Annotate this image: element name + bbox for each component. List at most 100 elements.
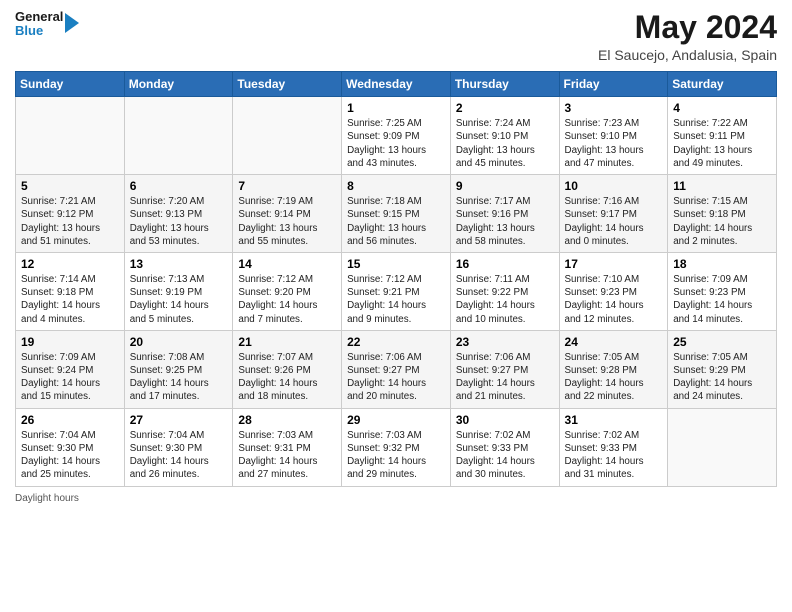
calendar-cell: 31Sunrise: 7:02 AM Sunset: 9:33 PM Dayli… xyxy=(559,408,668,486)
day-info: Sunrise: 7:11 AM Sunset: 9:22 PM Dayligh… xyxy=(456,273,554,326)
calendar-cell: 4 Sunrise: 7:22 AM Sunset: 9:11 PM Daylig… xyxy=(668,97,777,175)
day-info: Sunrise: 7:13 AM Sunset: 9:19 PM Dayligh… xyxy=(130,273,228,326)
calendar-week-row: 12 Sunrise: 7:14 AM Sunset: 9:18 PM Dayli… xyxy=(16,252,777,330)
calendar-cell: 23 Sunrise: 7:06 AM Sunset: 9:27 PM Dayli… xyxy=(450,330,559,408)
calendar-cell: 22Sunrise: 7:06 AM Sunset: 9:27 PM Dayli… xyxy=(342,330,451,408)
day-info: Sunrise: 7:06 AM Sunset: 9:27 PM Dayligh… xyxy=(456,351,554,404)
daylight-label: Daylight hours xyxy=(15,493,79,504)
day-number: 18 xyxy=(673,257,771,271)
day-number: 11 xyxy=(673,179,771,193)
day-info: Sunrise: 7:06 AM Sunset: 9:27 PM Dayligh… xyxy=(347,351,445,404)
footer-note: Daylight hours xyxy=(15,493,777,504)
day-info: Sunrise: 7:02 AM Sunset: 9:33 PM Dayligh… xyxy=(565,429,663,482)
day-info: Sunrise: 7:22 AM Sunset: 9:11 PM Dayligh… xyxy=(673,117,771,170)
day-header-tuesday: Tuesday xyxy=(233,72,342,97)
calendar-week-row: 1Sunrise: 7:25 AM Sunset: 9:09 PM Daylig… xyxy=(16,97,777,175)
day-number: 26 xyxy=(21,413,119,427)
day-number: 13 xyxy=(130,257,228,271)
day-info: Sunrise: 7:04 AM Sunset: 9:30 PM Dayligh… xyxy=(130,429,228,482)
day-info: Sunrise: 7:08 AM Sunset: 9:25 PM Dayligh… xyxy=(130,351,228,404)
logo-arrow-icon xyxy=(65,13,79,33)
calendar-cell: 2Sunrise: 7:24 AM Sunset: 9:10 PM Daylig… xyxy=(450,97,559,175)
day-number: 4 xyxy=(673,101,771,115)
day-number: 7 xyxy=(238,179,336,193)
day-header-thursday: Thursday xyxy=(450,72,559,97)
day-number: 9 xyxy=(456,179,554,193)
day-info: Sunrise: 7:09 AM Sunset: 9:23 PM Dayligh… xyxy=(673,273,771,326)
day-number: 10 xyxy=(565,179,663,193)
header: General Blue May 2024 El Saucejo, Andalu… xyxy=(15,10,777,63)
calendar-week-row: 19Sunrise: 7:09 AM Sunset: 9:24 PM Dayli… xyxy=(16,330,777,408)
calendar-cell: 27 Sunrise: 7:04 AM Sunset: 9:30 PM Dayli… xyxy=(124,408,233,486)
calendar-cell: 20 Sunrise: 7:08 AM Sunset: 9:25 PM Dayli… xyxy=(124,330,233,408)
calendar-title: May 2024 xyxy=(598,10,777,45)
day-number: 15 xyxy=(347,257,445,271)
day-number: 29 xyxy=(347,413,445,427)
calendar-week-row: 5 Sunrise: 7:21 AM Sunset: 9:12 PM Daylig… xyxy=(16,175,777,253)
day-number: 12 xyxy=(21,257,119,271)
day-info: Sunrise: 7:21 AM Sunset: 9:12 PM Dayligh… xyxy=(21,195,119,248)
day-info: Sunrise: 7:03 AM Sunset: 9:32 PM Dayligh… xyxy=(347,429,445,482)
day-info: Sunrise: 7:12 AM Sunset: 9:21 PM Dayligh… xyxy=(347,273,445,326)
calendar-cell: 10Sunrise: 7:16 AM Sunset: 9:17 PM Dayli… xyxy=(559,175,668,253)
day-number: 30 xyxy=(456,413,554,427)
calendar-header-row: SundayMondayTuesdayWednesdayThursdayFrid… xyxy=(16,72,777,97)
calendar-cell: 7 Sunrise: 7:19 AM Sunset: 9:14 PM Daylig… xyxy=(233,175,342,253)
day-info: Sunrise: 7:18 AM Sunset: 9:15 PM Dayligh… xyxy=(347,195,445,248)
day-header-sunday: Sunday xyxy=(16,72,125,97)
calendar-cell xyxy=(124,97,233,175)
day-info: Sunrise: 7:03 AM Sunset: 9:31 PM Dayligh… xyxy=(238,429,336,482)
calendar-cell: 29 Sunrise: 7:03 AM Sunset: 9:32 PM Dayli… xyxy=(342,408,451,486)
calendar-cell: 12 Sunrise: 7:14 AM Sunset: 9:18 PM Dayli… xyxy=(16,252,125,330)
calendar-cell: 13 Sunrise: 7:13 AM Sunset: 9:19 PM Dayli… xyxy=(124,252,233,330)
day-number: 21 xyxy=(238,335,336,349)
day-number: 16 xyxy=(456,257,554,271)
day-number: 5 xyxy=(21,179,119,193)
day-info: Sunrise: 7:05 AM Sunset: 9:29 PM Dayligh… xyxy=(673,351,771,404)
day-number: 20 xyxy=(130,335,228,349)
title-block: May 2024 El Saucejo, Andalusia, Spain xyxy=(598,10,777,63)
day-info: Sunrise: 7:10 AM Sunset: 9:23 PM Dayligh… xyxy=(565,273,663,326)
calendar-cell: 21Sunrise: 7:07 AM Sunset: 9:26 PM Dayli… xyxy=(233,330,342,408)
calendar-cell: 8Sunrise: 7:18 AM Sunset: 9:15 PM Daylig… xyxy=(342,175,451,253)
day-number: 3 xyxy=(565,101,663,115)
calendar-cell: 1Sunrise: 7:25 AM Sunset: 9:09 PM Daylig… xyxy=(342,97,451,175)
day-header-saturday: Saturday xyxy=(668,72,777,97)
day-info: Sunrise: 7:24 AM Sunset: 9:10 PM Dayligh… xyxy=(456,117,554,170)
calendar-table: SundayMondayTuesdayWednesdayThursdayFrid… xyxy=(15,71,777,486)
calendar-subtitle: El Saucejo, Andalusia, Spain xyxy=(598,47,777,63)
calendar-cell xyxy=(668,408,777,486)
day-info: Sunrise: 7:05 AM Sunset: 9:28 PM Dayligh… xyxy=(565,351,663,404)
calendar-cell xyxy=(233,97,342,175)
day-number: 25 xyxy=(673,335,771,349)
day-header-wednesday: Wednesday xyxy=(342,72,451,97)
logo-blue: Blue xyxy=(15,24,63,38)
day-info: Sunrise: 7:19 AM Sunset: 9:14 PM Dayligh… xyxy=(238,195,336,248)
calendar-cell: 25 Sunrise: 7:05 AM Sunset: 9:29 PM Dayli… xyxy=(668,330,777,408)
calendar-cell: 9 Sunrise: 7:17 AM Sunset: 9:16 PM Daylig… xyxy=(450,175,559,253)
day-number: 28 xyxy=(238,413,336,427)
page: General Blue May 2024 El Saucejo, Andalu… xyxy=(0,0,792,612)
calendar-cell: 6 Sunrise: 7:20 AM Sunset: 9:13 PM Daylig… xyxy=(124,175,233,253)
day-number: 23 xyxy=(456,335,554,349)
logo-general: General xyxy=(15,10,63,24)
calendar-cell: 11Sunrise: 7:15 AM Sunset: 9:18 PM Dayli… xyxy=(668,175,777,253)
calendar-cell: 28 Sunrise: 7:03 AM Sunset: 9:31 PM Dayli… xyxy=(233,408,342,486)
day-number: 6 xyxy=(130,179,228,193)
day-header-friday: Friday xyxy=(559,72,668,97)
calendar-cell: 26Sunrise: 7:04 AM Sunset: 9:30 PM Dayli… xyxy=(16,408,125,486)
day-number: 14 xyxy=(238,257,336,271)
day-info: Sunrise: 7:17 AM Sunset: 9:16 PM Dayligh… xyxy=(456,195,554,248)
day-info: Sunrise: 7:14 AM Sunset: 9:18 PM Dayligh… xyxy=(21,273,119,326)
day-number: 17 xyxy=(565,257,663,271)
calendar-cell: 14Sunrise: 7:12 AM Sunset: 9:20 PM Dayli… xyxy=(233,252,342,330)
day-info: Sunrise: 7:02 AM Sunset: 9:33 PM Dayligh… xyxy=(456,429,554,482)
calendar-week-row: 26 Sunrise: 7:04 AM Sunset: 9:30 PM Dayli… xyxy=(16,408,777,486)
day-info: Sunrise: 7:09 AM Sunset: 9:24 PM Dayligh… xyxy=(21,351,119,404)
day-info: Sunrise: 7:20 AM Sunset: 9:13 PM Dayligh… xyxy=(130,195,228,248)
calendar-cell xyxy=(16,97,125,175)
calendar-cell: 5 Sunrise: 7:21 AM Sunset: 9:12 PM Daylig… xyxy=(16,175,125,253)
logo-text: General Blue xyxy=(15,10,63,39)
day-number: 27 xyxy=(130,413,228,427)
calendar-cell: 15 Sunrise: 7:12 AM Sunset: 9:21 PM Dayli… xyxy=(342,252,451,330)
